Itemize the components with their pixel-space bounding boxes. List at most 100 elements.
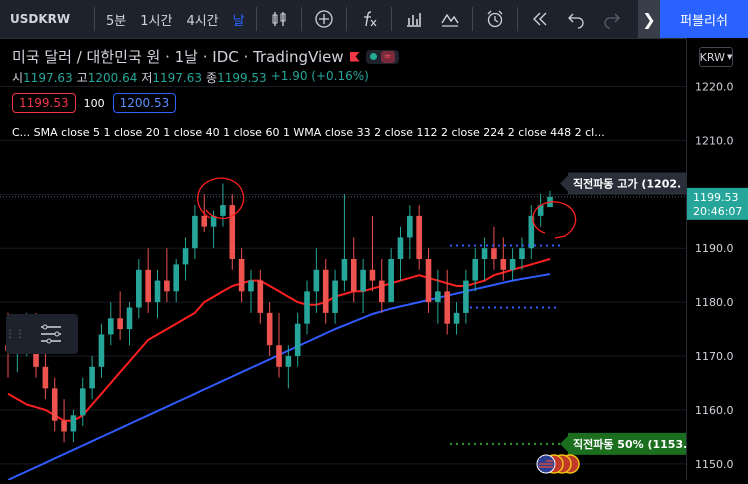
candle-body [350,259,357,292]
candle-body [360,269,366,292]
price-tag-value: 1199.53 [693,191,739,204]
replay-icon[interactable] [522,0,558,38]
low-label: 저 [141,71,153,85]
y-tick-label: 1180.0 [695,296,734,309]
candle [425,248,432,313]
flag-icon[interactable] [349,51,360,62]
price-axis[interactable]: 1150.01160.01170.01180.01190.01200.01210… [686,38,748,480]
candle-style-icon[interactable] [261,0,297,38]
timeframe-5m[interactable]: 5분 [99,0,133,38]
timeframe-1h[interactable]: 1시간 [133,0,179,38]
menu-lines-icon[interactable] [24,314,78,354]
candle-body [126,307,133,330]
high-label: 고 [76,71,88,85]
y-tick-label: 1210.0 [695,134,734,147]
close-value: 1199.53 [217,71,267,85]
toolbar-divider [300,7,302,31]
indicator-legend[interactable]: C... SMA close 5 1 close 20 1 close 40 1… [12,126,605,139]
y-tick-label: 1170.0 [695,350,734,363]
candle-body [294,323,301,357]
candle [435,269,441,324]
currency-selector[interactable]: KRW ▼ [699,47,733,67]
candle-body [79,388,86,416]
candle-body [42,366,49,389]
financials-icon[interactable] [396,0,432,38]
candle-body [304,291,310,324]
candle [537,194,544,227]
svg-text:직전파동 50% (1153.7: 직전파동 50% (1153.7 [573,437,686,451]
quantity-value[interactable]: 100 [84,97,105,110]
toolbar-divider [345,7,347,31]
buy-button[interactable]: 1200.53 [112,93,177,113]
candle-body [238,259,245,292]
timeframe-4h[interactable]: 4시간 [179,0,225,38]
low-value: 1197.63 [152,71,203,85]
candle [322,259,329,324]
candle-body [332,280,338,313]
currency-label: KRW [699,50,725,64]
high-level-label[interactable]: 직전파동 고가 (1202. [560,172,686,195]
market-status-badge[interactable]: ≈ [365,49,399,64]
candle [117,291,123,340]
templates-icon[interactable] [432,0,468,38]
candle-body [444,291,451,324]
candle [547,190,553,208]
undo-icon[interactable] [558,0,594,38]
candle [453,302,460,335]
candle [173,259,180,303]
candle [248,269,254,313]
redo-icon[interactable] [594,0,630,38]
candle-body [229,205,236,259]
timeframe-1d[interactable]: 날 [226,0,252,38]
candle [481,237,488,281]
toolbar-divider [390,7,392,31]
candle [257,269,264,324]
candle [378,259,385,313]
candle-body [173,264,180,292]
candle-body [164,280,170,292]
candle [89,356,95,400]
price-tag: 1199.5320:46:07 [687,187,748,220]
compare-add-icon[interactable] [306,0,342,38]
candle-body [89,366,95,389]
toolbar-divider [516,7,518,31]
open-label: 시 [12,71,24,85]
candle-body [136,269,142,308]
candle-body [481,248,488,259]
candle [444,269,451,335]
top-toolbar: USDKRW 5분 1시간 4시간 날 [0,0,748,39]
candle-body [500,259,507,270]
y-tick-label: 1220.0 [695,81,734,94]
publish-button[interactable]: 퍼블리쉬 [660,0,748,38]
candle [463,269,469,324]
candle [192,205,198,259]
candle-body [519,248,525,259]
sell-button[interactable]: 1199.53 [12,93,76,113]
indicators-fx-icon[interactable] [351,0,387,38]
candle-body [107,318,114,335]
data-delay-icon: ≈ [380,50,395,63]
candle-body [285,356,292,367]
drawing-toolbar-panel[interactable]: ⋮⋮ [5,314,78,354]
candle-body [322,269,329,313]
candle-body [435,291,441,303]
candle [229,194,236,270]
alert-clock-icon[interactable] [477,0,513,38]
candle [98,323,105,378]
candle-body [201,215,208,227]
candle [294,312,301,367]
toolbar-divider [94,7,95,31]
chevron-down-icon: ▼ [726,53,733,61]
symbol-search[interactable]: USDKRW [0,0,90,38]
candle [220,183,226,227]
drag-handle-icon[interactable]: ⋮⋮ [5,314,25,354]
symbol-title: 미국 달러 / 대한민국 원 · 1날 · IDC · TradingView … [12,46,399,67]
events-flags-icon[interactable] [536,452,580,480]
candle [61,399,67,443]
candle-body [257,280,264,313]
candle-body [61,420,67,432]
candle [126,302,133,346]
candle [154,269,161,319]
expand-chevron-icon[interactable]: ❯ [638,0,660,38]
candle-body [369,269,376,281]
